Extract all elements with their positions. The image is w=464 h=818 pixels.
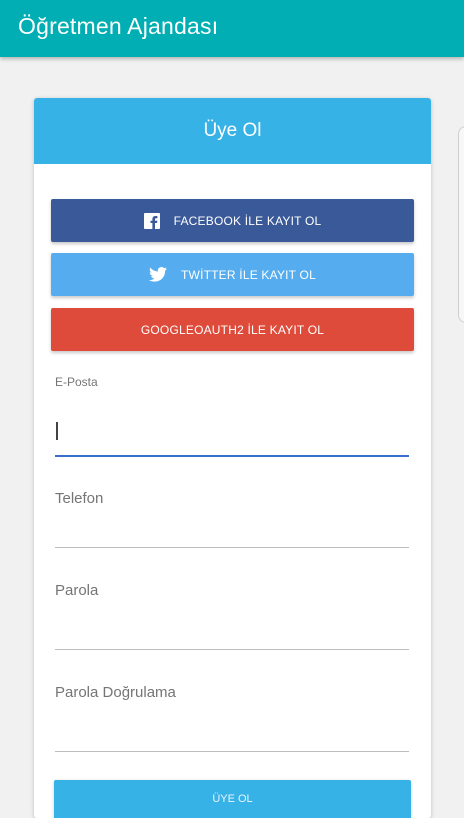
twitter-signup-label: TWİTTER İLE KAYIT OL	[181, 267, 316, 282]
card-title: Üye Ol	[203, 120, 262, 141]
password-confirm-underline	[55, 751, 409, 752]
signup-submit-button[interactable]: ÜYE OL	[54, 780, 411, 818]
email-underline	[55, 455, 409, 457]
phone-input[interactable]	[55, 514, 413, 542]
password-input[interactable]	[55, 616, 413, 644]
google-signup-label: GOOGLEOAUTH2 İLE KAYIT OL	[140, 322, 325, 337]
email-label: E-Posta	[55, 375, 98, 389]
app-title: Öğretmen Ajandası	[18, 13, 219, 39]
phone-underline	[55, 547, 409, 548]
app-bar: Öğretmen Ajandası	[0, 0, 464, 57]
twitter-icon	[149, 267, 168, 282]
text-cursor	[56, 422, 58, 440]
email-input[interactable]	[55, 418, 413, 446]
facebook-icon	[143, 212, 160, 229]
password-confirm-input[interactable]	[55, 718, 413, 746]
twitter-signup-button[interactable]: TWİTTER İLE KAYIT OL	[51, 253, 414, 296]
password-confirm-label: Parola Doğrulama	[55, 684, 176, 701]
google-signup-button[interactable]: GOOGLEOAUTH2 İLE KAYIT OL	[51, 308, 414, 351]
card-header: Üye Ol	[34, 98, 431, 164]
password-label: Parola	[55, 582, 99, 599]
signup-submit-label: ÜYE OL	[212, 793, 253, 805]
edge-scroll-handle[interactable]	[458, 126, 464, 323]
facebook-signup-label: FACEBOOK İLE KAYIT OL	[173, 213, 322, 228]
phone-label: Telefon	[55, 490, 104, 507]
signup-card: Üye Ol FACEBOOK İLE KAYIT OL TWİTTER İLE…	[34, 98, 431, 818]
facebook-signup-button[interactable]: FACEBOOK İLE KAYIT OL	[51, 199, 414, 242]
password-underline	[55, 649, 409, 650]
